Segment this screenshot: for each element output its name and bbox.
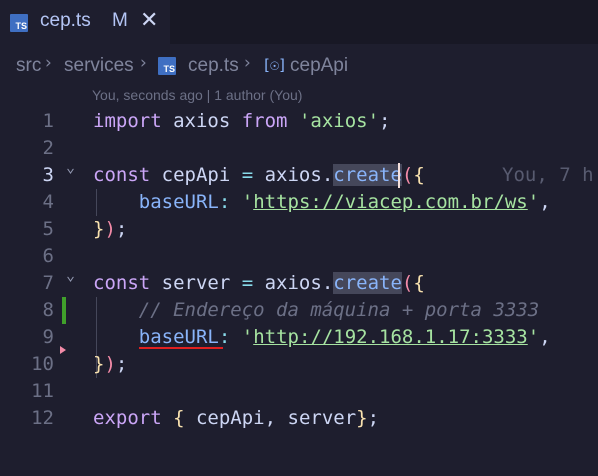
code-line[interactable]: 9 baseURL: 'http://192.168.1.17:3333', [0,324,598,351]
chevron-right-icon: › [45,53,52,73]
code-line[interactable]: 2 [0,135,598,162]
code-line[interactable]: 12 export { cepApi, server}; [0,405,598,432]
inline-blame: You, 7 h [502,164,594,186]
tab-bar: TS cep.ts M ✕ [0,0,598,44]
code-line[interactable]: 6 [0,243,598,270]
breadcrumb-item-services[interactable]: services [64,55,134,77]
error-squiggle [139,347,223,349]
breadcrumb-item-file[interactable]: cep.ts [188,55,239,77]
code-text: const cepApi = axios.create({ [93,164,425,186]
line-number: 2 [42,137,54,159]
code-text: // Endereço da máquina + porta 3333 [138,299,540,321]
fold-chevron-icon[interactable]: ⌄ [66,158,75,176]
line-number: 7 [42,272,54,294]
code-text: baseURL: 'https://viacep.com.br/ws', [138,191,551,213]
chevron-right-icon: › [244,53,251,73]
tab-cep-ts[interactable]: TS cep.ts M ✕ [0,0,170,44]
chevron-right-icon: › [140,53,147,73]
code-line[interactable]: 4 baseURL: 'https://viacep.com.br/ws', [0,189,598,216]
line-number: 4 [42,191,54,213]
close-icon[interactable]: ✕ [140,8,158,33]
text-cursor [398,163,400,188]
line-number: 3 [42,164,54,186]
code-text: }); [93,218,128,240]
line-number: 1 [42,110,54,132]
line-number: 11 [31,380,54,402]
code-line[interactable]: 5}); [0,216,598,243]
code-text: export { cepApi, server}; [93,407,380,429]
fold-chevron-icon[interactable]: ⌄ [66,266,75,284]
line-number: 8 [42,299,54,321]
typescript-file-icon: TS [10,14,28,32]
line-number: 5 [42,218,54,240]
code-line[interactable]: 11 [0,378,598,405]
breadcrumb-item-symbol[interactable]: cepApi [290,55,348,77]
line-number: 12 [31,407,54,429]
symbol-variable-icon: [☉] [262,56,287,74]
code-line[interactable]: 10}); [0,351,598,378]
line-number: 9 [42,326,54,348]
typescript-file-icon: TS [158,57,176,75]
code-text: import axios from 'axios'; [93,110,391,132]
code-line[interactable]: 8 // Endereço da máquina + porta 3333 [0,297,598,324]
code-text: }); [93,353,128,375]
code-text: const server = axios.create({ [93,272,425,294]
line-number: 6 [42,245,54,267]
codelens-blame[interactable]: You, seconds ago | 1 author (You) [92,87,302,103]
modified-indicator: M [112,10,128,31]
breadcrumb: src › services › TS cep.ts › [☉] cepApi [0,44,598,84]
code-line[interactable]: 7 ⌄ const server = axios.create({ [0,266,598,297]
line-number: 10 [31,353,54,375]
code-line[interactable]: 1 import axios from 'axios'; [0,108,598,135]
tab-title: cep.ts [40,10,91,31]
breadcrumb-item-src[interactable]: src [16,55,41,77]
